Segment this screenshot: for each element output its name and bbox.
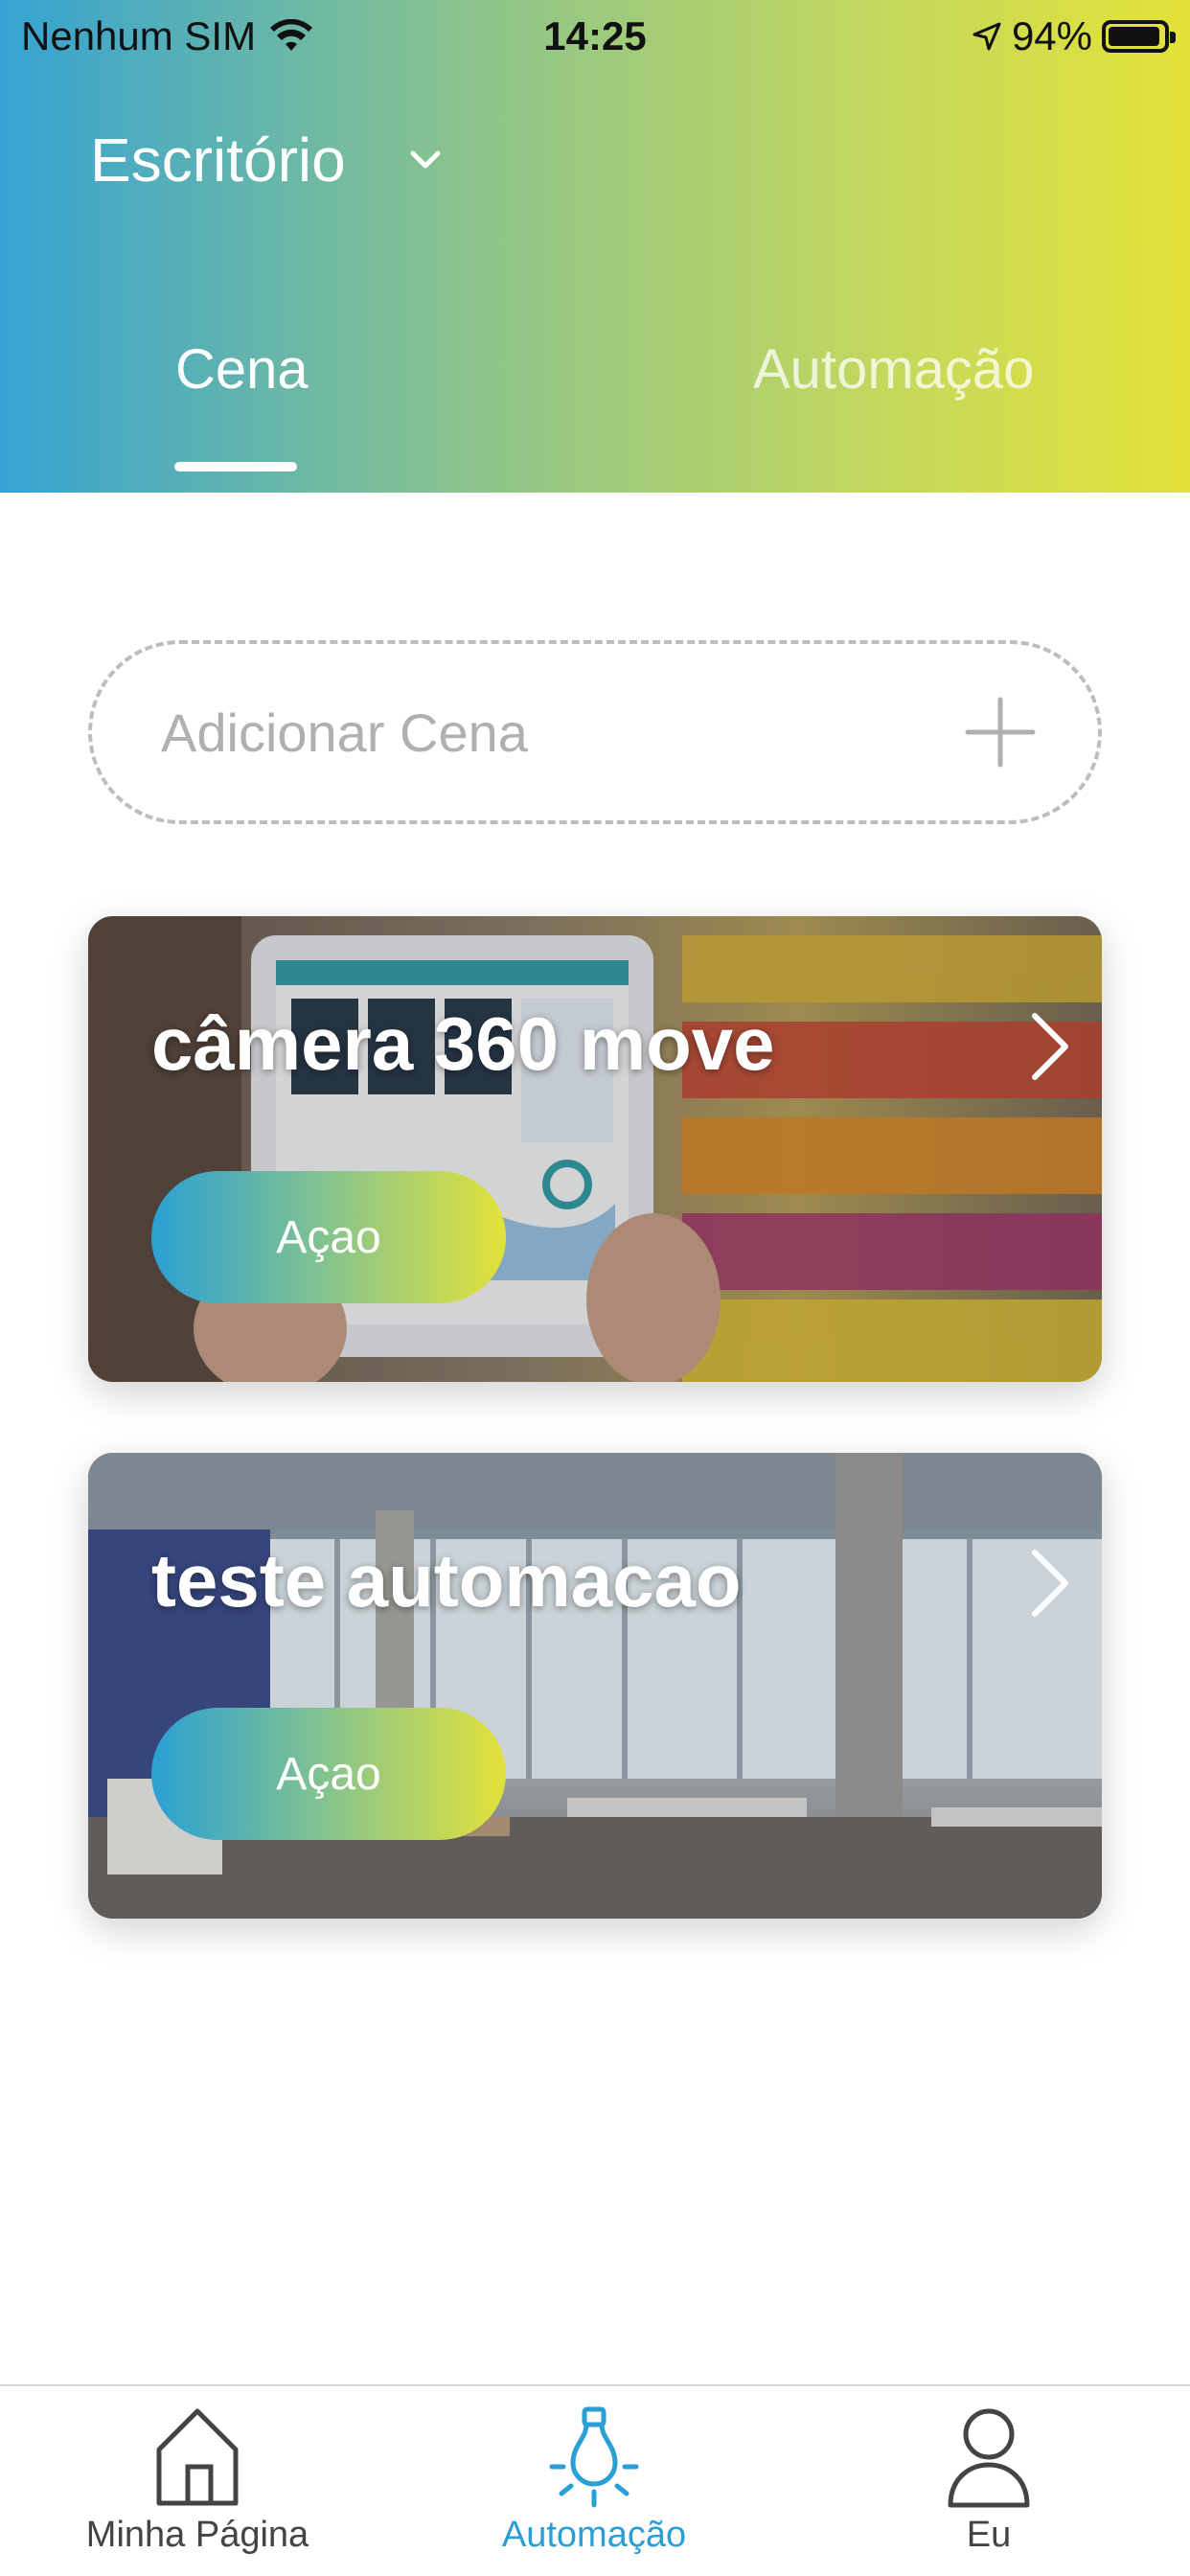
nav-item-eu[interactable]: Eu [845,2404,1133,2556]
scene-card[interactable]: câmera 360 move Açao [88,916,1102,1382]
chevron-right-icon [1032,1013,1068,1080]
home-name: Escritório [90,126,346,195]
scene-title: câmera 360 move [151,1001,775,1086]
home-selector[interactable]: Escritório [90,125,447,196]
battery-icon [1102,20,1176,53]
app-screen: Nenhum SIM 14:25 94% Escritório Cena Aut… [0,0,1190,2576]
scene-card[interactable]: teste automacao Açao [88,1453,1102,1919]
scene-title: teste automacao [151,1538,742,1622]
nav-item-minha-pagina[interactable]: Minha Página [54,2404,341,2556]
header: Nenhum SIM 14:25 94% Escritório Cena Aut… [0,0,1190,493]
active-tab-indicator [174,462,297,472]
scene-tabs: Cena Automação [0,326,1190,493]
add-scene-label: Adicionar Cena [161,702,528,763]
bottom-nav: Minha Página Automação Eu [0,2384,1190,2576]
scene-action-button[interactable]: Açao [151,1171,506,1303]
home-icon [156,2408,239,2506]
scene-action-button[interactable]: Açao [151,1708,506,1840]
lightbulb-icon [549,2406,639,2508]
tab-automacao[interactable]: Automação [753,337,1034,402]
nav-item-automacao[interactable]: Automação [450,2404,738,2556]
location-arrow-icon [973,22,1001,51]
nav-label: Automação [501,2515,687,2555]
tab-cena[interactable]: Cena [175,337,309,402]
nav-label: Minha Página [85,2515,309,2555]
nav-label: Eu [966,2515,1012,2555]
person-icon [948,2408,1030,2508]
chevron-down-icon [410,150,441,169]
scene-image-tablet-store [88,916,1102,1382]
chevron-right-icon [1032,1550,1068,1617]
add-scene-button[interactable]: Adicionar Cena [88,640,1102,824]
scene-image-office [88,1453,1102,1919]
status-right: 94% [972,13,1176,59]
plus-icon [965,697,1036,768]
status-bar: Nenhum SIM 14:25 94% [0,0,1190,77]
battery-percent: 94% [1011,13,1092,58]
